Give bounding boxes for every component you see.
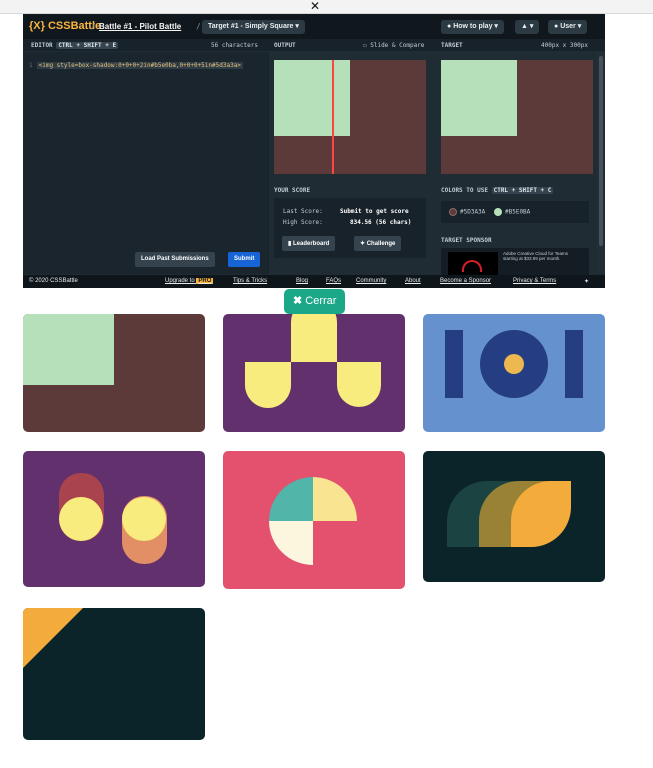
panel-headers: EDITOR CTRL + SHIFT + E 56 characters OU… [23, 39, 605, 51]
last-score-value: Submit to get score [340, 208, 409, 215]
logo-mark: {X} [29, 20, 45, 32]
bell-icon: ▲ [521, 23, 528, 30]
browser-topbar: ✕ [0, 0, 653, 14]
how-to-play-button[interactable]: ● How to play ▾ [441, 20, 504, 34]
target-dropdown[interactable]: Target #1 - Simply Square ▾ [202, 20, 305, 34]
copyright: © 2020 CSSBattle [29, 278, 78, 284]
color-chip-2[interactable]: #B5E0BA [494, 208, 530, 216]
user-icon: ● [554, 23, 559, 30]
color-swatch [449, 208, 457, 216]
chart-icon: ▮ [288, 241, 292, 247]
target-card-4[interactable] [23, 451, 205, 587]
target-label: TARGET [441, 42, 463, 49]
close-button-label: Cerrar [305, 295, 337, 307]
card-shape [23, 314, 114, 385]
footer-link[interactable]: Become a Sponsor [440, 278, 491, 284]
info-icon: ● [447, 23, 452, 30]
card-illustration [59, 473, 167, 564]
target-card-6[interactable] [423, 451, 605, 582]
compare-slider-line[interactable] [332, 60, 334, 174]
footer-link[interactable]: FAQs [326, 278, 341, 284]
breadcrumb-battle[interactable]: Battle #1 - Pilot Battle [99, 22, 181, 31]
footer: © 2020 CSSBattle Upgrade to PRO Tips & T… [23, 275, 605, 288]
card-illustration [245, 314, 381, 408]
target-dropdown-label: Target #1 - Simply Square [208, 23, 294, 30]
sponsor-text: Adobe Creative Cloud for Teams starting … [503, 251, 568, 261]
color-swatch [494, 208, 502, 216]
color-chip-1[interactable]: #5D3A3A [449, 208, 485, 216]
close-button[interactable]: ✖ Cerrar [284, 289, 345, 314]
card-illustration [269, 477, 357, 565]
target-preview [441, 60, 593, 174]
leaderboard-button[interactable]: ▮ Leaderboard [282, 236, 336, 251]
target-card-1[interactable] [23, 314, 205, 432]
target-size: 400px x 300px [541, 42, 588, 49]
breadcrumb-separator: / [196, 22, 201, 31]
target-card-2[interactable] [223, 314, 405, 432]
output-label: OUTPUT [274, 42, 296, 49]
colors-box: #5D3A3A #B5E0BA [441, 201, 589, 223]
user-menu[interactable]: ● User ▾ [548, 20, 588, 34]
footer-link[interactable]: Blog [296, 278, 308, 284]
footer-link[interactable]: Privacy & Terms [513, 278, 556, 284]
card-illustration [23, 608, 83, 668]
code-editor[interactable]: 1 <img style=box-shadow:0+0+0+2in#b5e0ba,… [23, 52, 269, 274]
target-card-3[interactable] [423, 314, 605, 432]
scrollbar[interactable] [597, 52, 605, 274]
output-preview[interactable] [274, 60, 426, 174]
sponsor-title: TARGET SPONSOR [441, 237, 492, 244]
editor-label: EDITOR CTRL + SHIFT + E [31, 42, 119, 49]
how-to-play-label: How to play [453, 23, 493, 30]
char-count: 56 characters [211, 42, 258, 49]
pro-badge: PRO [196, 278, 214, 284]
sponsor-box[interactable]: Adobe Creative Cloud for Teams starting … [441, 248, 589, 276]
upgrade-link[interactable]: Upgrade to PRO [165, 278, 214, 284]
slide-compare-toggle[interactable]: ☐ Slide & Compare [363, 42, 424, 49]
notifications-button[interactable]: ▲ ▾ [515, 20, 540, 34]
code-line[interactable]: 1 <img style=box-shadow:0+0+0+2in#b5e0ba,… [29, 62, 243, 69]
high-score-label: High Score: [283, 219, 323, 226]
breadcrumb-separator: / [91, 22, 96, 31]
last-score-label: Last Score: [283, 208, 323, 215]
target-card-7[interactable] [23, 608, 205, 740]
card-illustration [445, 322, 583, 406]
high-score-value: 834.56 (56 chars) [350, 219, 412, 226]
load-past-submissions-button[interactable]: Load Past Submissions [135, 252, 215, 267]
target-square [441, 60, 517, 136]
adobe-logo-icon [462, 260, 482, 272]
submit-button[interactable]: Submit [228, 252, 261, 267]
user-label: User [560, 23, 576, 30]
sponsor-image [448, 252, 498, 276]
target-card-5[interactable] [223, 451, 405, 589]
footer-link[interactable]: Community [356, 278, 386, 284]
app-header: {X} CSSBattle / Battle #1 - Pilot Battle… [23, 14, 605, 39]
scrollbar-thumb [599, 56, 603, 246]
footer-link[interactable]: Tips & Tricks [233, 278, 267, 284]
score-box: Last Score: Submit to get score High Sco… [274, 198, 426, 258]
code-text: <img style=box-shadow:0+0+0+2in#b5e0ba,0… [36, 62, 243, 69]
twitter-icon: ✦ [360, 241, 366, 247]
close-icon[interactable]: ✕ [310, 0, 320, 13]
card-illustration [447, 481, 571, 547]
close-icon: ✖ [293, 295, 303, 307]
cssbattle-screenshot: {X} CSSBattle / Battle #1 - Pilot Battle… [23, 14, 605, 288]
score-title: YOUR SCORE [274, 187, 311, 194]
colors-title: COLORS TO USE CTRL + SHIFT + C [441, 187, 554, 194]
output-square [274, 60, 350, 136]
footer-link[interactable]: About [405, 278, 421, 284]
twitter-icon[interactable]: ✦ [584, 278, 589, 285]
challenge-button[interactable]: ✦ Challenge [354, 236, 402, 251]
